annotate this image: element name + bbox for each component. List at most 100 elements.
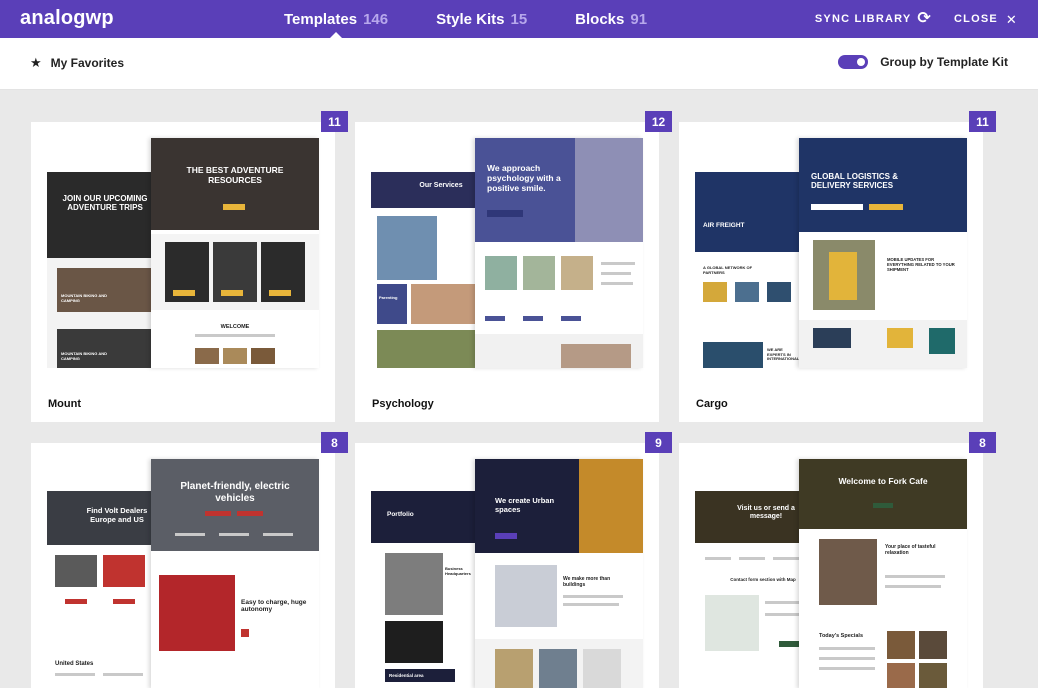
preview-button: [485, 316, 505, 321]
template-count-badge: 11: [969, 111, 996, 132]
preview-button: [869, 204, 903, 210]
preview-image: [377, 284, 407, 324]
template-card-psychology[interactable]: Our Services Parenting We approach psych…: [355, 122, 659, 422]
preview-image: [377, 330, 477, 368]
tab-count: 91: [630, 10, 648, 28]
star-icon: ★: [30, 55, 42, 70]
preview-text: MOUNTAIN BIKING AND CAMPING: [61, 351, 107, 361]
preview-page: We create Urban spaces We make more than…: [475, 459, 643, 688]
tab-label: Blocks: [575, 10, 625, 28]
preview-text: Portfolio: [387, 511, 414, 518]
preview-image: [767, 282, 791, 302]
my-favorites-button[interactable]: ★ My Favorites: [30, 38, 124, 88]
preview-hero: [799, 459, 967, 529]
preview-line: [263, 533, 293, 536]
preview-image: [103, 555, 145, 587]
preview-image: [385, 553, 443, 615]
tab-count: 15: [510, 10, 528, 28]
preview-line: [705, 557, 731, 560]
preview-line: [819, 647, 875, 650]
preview-text: MOBILE UPDATES FOR EVERYTHING RELATED TO…: [887, 257, 955, 272]
preview-line: [563, 603, 619, 606]
preview-text: United States: [55, 661, 94, 667]
group-by-kit-toggle[interactable]: [838, 55, 869, 69]
preview-image: [195, 348, 219, 364]
sync-library-button[interactable]: SYNC LIBRARY ⟳: [815, 11, 932, 27]
tab-count: 146: [363, 10, 389, 28]
preview-text: Today's Specials: [819, 633, 864, 639]
preview-text: Visit us or send a message!: [737, 505, 795, 521]
preview-text: Residential area: [385, 669, 455, 683]
template-preview: JOIN OUR UPCOMING ADVENTURE TRIPS MOUNTA…: [47, 138, 319, 368]
preview-image: [411, 284, 477, 324]
preview-page: THE BEST ADVENTURE RESOURCES WELCOME: [151, 138, 319, 368]
preview-button: [65, 599, 87, 604]
preview-line: [195, 334, 275, 337]
preview-image: [813, 328, 851, 348]
template-card-fork-cafe[interactable]: Visit us or send a message! Contact form…: [679, 443, 983, 688]
template-count-badge: 8: [969, 432, 996, 453]
template-preview: AIR FREIGHT A GLOBAL NETWORK OF PARTNERS…: [695, 138, 967, 368]
preview-line: [601, 272, 631, 275]
preview-hero: [695, 172, 801, 252]
preview-button: [113, 599, 135, 604]
filter-bar: ★ My Favorites Group by Template Kit: [0, 38, 1038, 90]
template-card-volt[interactable]: Find Volt Dealers Europe and US United S…: [31, 443, 335, 688]
preview-line: [219, 533, 249, 536]
preview-page: Visit us or send a message! Contact form…: [695, 491, 801, 688]
my-favorites-label: My Favorites: [50, 56, 125, 70]
template-name: Mount: [48, 398, 81, 410]
preview-hero: [47, 172, 153, 258]
preview-page: Our Services Parenting: [371, 172, 477, 368]
preview-page: AIR FREIGHT A GLOBAL NETWORK OF PARTNERS…: [695, 172, 801, 368]
preview-line: [765, 613, 799, 616]
tab-blocks[interactable]: Blocks 91: [575, 0, 647, 38]
template-count-badge: 11: [321, 111, 348, 132]
preview-line: [103, 673, 143, 676]
preview-image: [735, 282, 759, 302]
template-preview: Find Volt Dealers Europe and US United S…: [47, 459, 319, 688]
preview-image: [495, 649, 533, 688]
preview-line: [175, 533, 205, 536]
tab-templates[interactable]: Templates 146: [284, 0, 388, 38]
preview-text: We approach psychology with a positive s…: [487, 163, 561, 193]
tab-style-kits[interactable]: Style Kits 15: [436, 0, 527, 38]
preview-page: Planet-friendly, electric vehicles Easy …: [151, 459, 319, 688]
template-card-urban[interactable]: Portfolio Business Headquarters Resident…: [355, 443, 659, 688]
preview-line: [819, 657, 875, 660]
tab-label: Style Kits: [436, 10, 505, 28]
preview-text: Easy to charge, huge autonomy: [241, 599, 307, 614]
template-card-cargo[interactable]: AIR FREIGHT A GLOBAL NETWORK OF PARTNERS…: [679, 122, 983, 422]
sync-library-label: SYNC LIBRARY: [814, 13, 912, 25]
preview-image: [919, 631, 947, 659]
preview-image: [57, 268, 151, 312]
preview-text: Welcome to Fork Cafe: [838, 476, 928, 486]
preview-button: [223, 204, 245, 210]
template-count-badge: 8: [321, 432, 348, 453]
template-card-mount[interactable]: JOIN OUR UPCOMING ADVENTURE TRIPS MOUNTA…: [31, 122, 335, 422]
preview-line: [601, 282, 633, 285]
preview-icon: [241, 629, 249, 637]
preview-button: [221, 290, 243, 296]
close-button[interactable]: CLOSE ✕: [954, 13, 1018, 26]
tab-label: Templates: [284, 10, 358, 28]
preview-image: [385, 621, 443, 663]
preview-page: GLOBAL LOGISTICS & DELIVERY SERVICES MOB…: [799, 138, 967, 368]
preview-button: [173, 290, 195, 296]
template-name: Psychology: [372, 398, 434, 410]
preview-image: [703, 282, 727, 302]
top-bar: analogwp Templates 146 Style Kits 15 Blo…: [0, 0, 1038, 38]
preview-image: [523, 256, 555, 290]
preview-line: [773, 557, 799, 560]
preview-text: Your place of tasteful relaxation: [885, 544, 936, 556]
preview-line: [55, 673, 95, 676]
preview-image: [887, 631, 915, 659]
preview-page: JOIN OUR UPCOMING ADVENTURE TRIPS MOUNTA…: [47, 172, 153, 368]
preview-text: THE BEST ADVENTURE RESOURCES: [186, 165, 284, 185]
preview-image: [495, 565, 557, 627]
preview-page: Welcome to Fork Cafe Your place of taste…: [799, 459, 967, 688]
preview-button: [873, 503, 893, 508]
preview-image: [55, 555, 97, 587]
preview-image: [159, 575, 235, 651]
preview-map: [705, 595, 759, 651]
